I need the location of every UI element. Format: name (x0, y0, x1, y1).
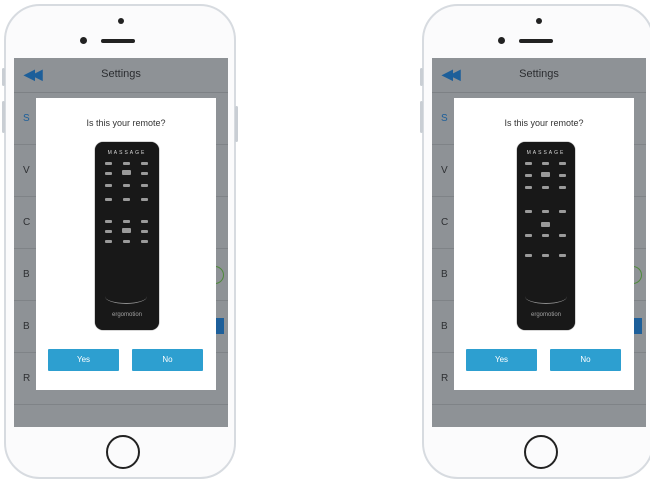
row-label: B (441, 269, 448, 280)
dialog-question: Is this your remote? (86, 118, 166, 128)
home-button[interactable] (106, 435, 140, 469)
no-button[interactable]: No (550, 349, 621, 371)
page-title: Settings (101, 68, 141, 80)
earpiece-speaker (101, 39, 135, 43)
remote-key (542, 162, 549, 165)
remote-key (105, 240, 112, 243)
remote-key (541, 172, 550, 177)
remote-key (141, 198, 148, 201)
phone-left: ◀◀ Settings S V C B B R Is this your rem… (2, 4, 238, 479)
front-sensor (80, 37, 87, 44)
row-label: R (441, 373, 449, 384)
remote-key (559, 186, 566, 189)
remote-key (525, 162, 532, 165)
remote-key (559, 162, 566, 165)
remote-key (525, 234, 532, 237)
remote-key (123, 240, 130, 243)
remote-key (141, 172, 148, 175)
remote-key (123, 162, 130, 165)
row-label: C (23, 217, 31, 228)
phone-screen: ◀◀ Settings S V C B B R Is this your rem… (432, 58, 646, 427)
phone-screen: ◀◀ Settings S V C B B R Is this your rem… (14, 58, 228, 427)
remote-key (105, 220, 112, 223)
remote-image: MASSAGE ergomotion (517, 142, 575, 330)
earpiece-speaker (519, 39, 553, 43)
remote-key (559, 254, 566, 257)
row-label: S (23, 113, 30, 124)
camera-icon (118, 18, 124, 24)
no-button[interactable]: No (132, 349, 203, 371)
row-label: C (441, 217, 449, 228)
remote-key (525, 210, 532, 213)
remote-key (559, 234, 566, 237)
remote-key (525, 174, 532, 177)
nav-bar: ◀◀ Settings (14, 58, 228, 93)
home-button[interactable] (524, 435, 558, 469)
remote-key (542, 234, 549, 237)
remote-brand: ergomotion (111, 312, 143, 318)
front-sensor (498, 37, 505, 44)
power-button (235, 106, 238, 142)
remote-key (542, 254, 549, 257)
remote-key (559, 210, 566, 213)
dialog-question: Is this your remote? (504, 118, 584, 128)
row-label: S (441, 113, 448, 124)
remote-confirm-dialog: Is this your remote? MASSAGE ergomotion … (454, 98, 634, 390)
camera-icon (536, 18, 542, 24)
row-label: B (23, 321, 30, 332)
row-label: B (441, 321, 448, 332)
nav-bar: ◀◀ Settings (432, 58, 646, 93)
remote-key (105, 230, 112, 233)
brand-swoosh-icon (525, 289, 567, 304)
remote-key (559, 174, 566, 177)
remote-key (542, 186, 549, 189)
remote-key (141, 162, 148, 165)
remote-key (123, 184, 130, 187)
remote-key (525, 186, 532, 189)
remote-key (525, 254, 532, 257)
mute-switch (2, 68, 5, 86)
brand-swoosh-icon (105, 289, 147, 304)
remote-key (105, 198, 112, 201)
remote-key (105, 162, 112, 165)
remote-image: MASSAGE ergomotion (95, 142, 159, 330)
volume-button (2, 101, 5, 133)
remote-confirm-dialog: Is this your remote? MASSAGE ergomotion … (36, 98, 216, 390)
remote-key (141, 240, 148, 243)
yes-button[interactable]: Yes (48, 349, 119, 371)
remote-key (122, 228, 131, 233)
remote-key (542, 210, 549, 213)
volume-button (420, 101, 423, 133)
remote-key (541, 222, 550, 227)
remote-header: MASSAGE (526, 150, 566, 156)
remote-brand: ergomotion (530, 312, 562, 318)
remote-key (123, 198, 130, 201)
remote-key (122, 170, 131, 175)
mute-switch (420, 68, 423, 86)
phone-right: ◀◀ Settings S V C B B R Is this your rem… (420, 4, 650, 479)
remote-key (141, 220, 148, 223)
remote-key (105, 172, 112, 175)
row-label: B (23, 269, 30, 280)
page-title: Settings (519, 68, 559, 80)
remote-key (123, 220, 130, 223)
row-label: V (23, 165, 30, 176)
row-label: R (23, 373, 31, 384)
remote-key (105, 184, 112, 187)
remote-header: MASSAGE (107, 150, 147, 156)
yes-button[interactable]: Yes (466, 349, 537, 371)
remote-key (141, 184, 148, 187)
remote-key (141, 230, 148, 233)
row-label: V (441, 165, 448, 176)
